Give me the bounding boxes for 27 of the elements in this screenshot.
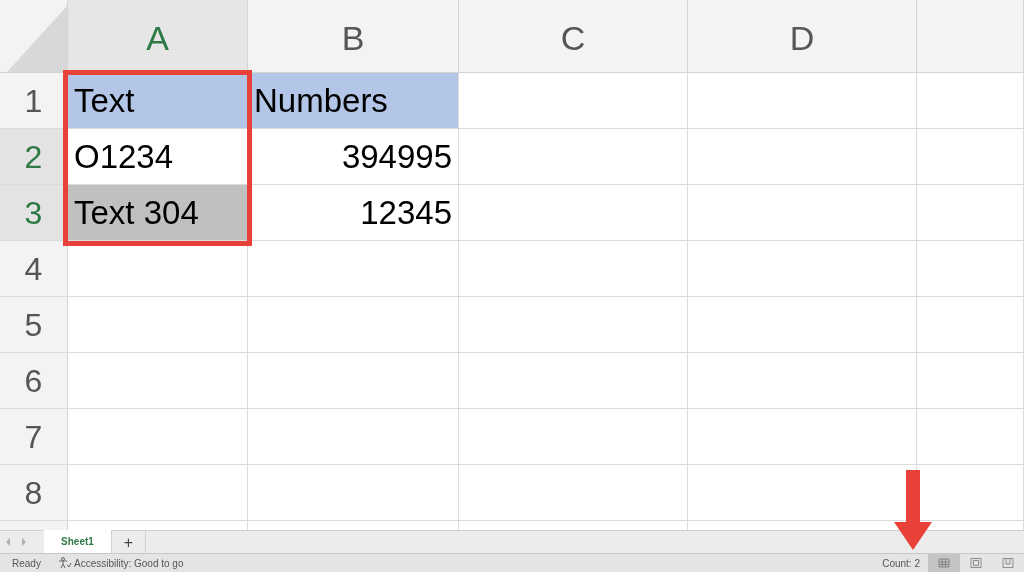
row-header[interactable]: 8 [0, 465, 68, 520]
row-header[interactable]: 4 [0, 241, 68, 296]
accessibility-icon[interactable] [58, 557, 72, 569]
number-cell-text: 394995 [341, 136, 452, 177]
page-icon [970, 558, 982, 568]
count-text: Count: 2 [882, 556, 920, 571]
view-button[interactable] [928, 554, 960, 572]
number-cell-text: 12345 [360, 192, 452, 233]
row-header[interactable]: 7 [0, 409, 68, 464]
grid-view-icon [938, 558, 950, 568]
column-header[interactable]: C [459, 0, 688, 72]
select-all-corner[interactable] [7, 6, 67, 72]
accessibility-status[interactable]: Accessibility: Good to go [74, 555, 184, 571]
cell-text: Text 304 [74, 192, 199, 233]
scroll-right-icon[interactable] [20, 537, 28, 547]
column-header[interactable]: B [248, 0, 459, 72]
cell-text: O1234 [74, 136, 174, 177]
cell-text: Numbers [254, 80, 388, 121]
page-break-icon [1002, 558, 1014, 568]
row-header[interactable]: 6 [0, 353, 68, 408]
row-header[interactable]: 5 [0, 297, 68, 352]
cell-text: Text [74, 80, 135, 121]
sheet-tab[interactable]: Sheet1 [44, 530, 112, 553]
column-header[interactable]: D [688, 0, 917, 72]
scroll-left-icon[interactable] [4, 537, 12, 547]
status-text: Ready [12, 556, 42, 571]
column-header[interactable]: A [68, 0, 248, 72]
